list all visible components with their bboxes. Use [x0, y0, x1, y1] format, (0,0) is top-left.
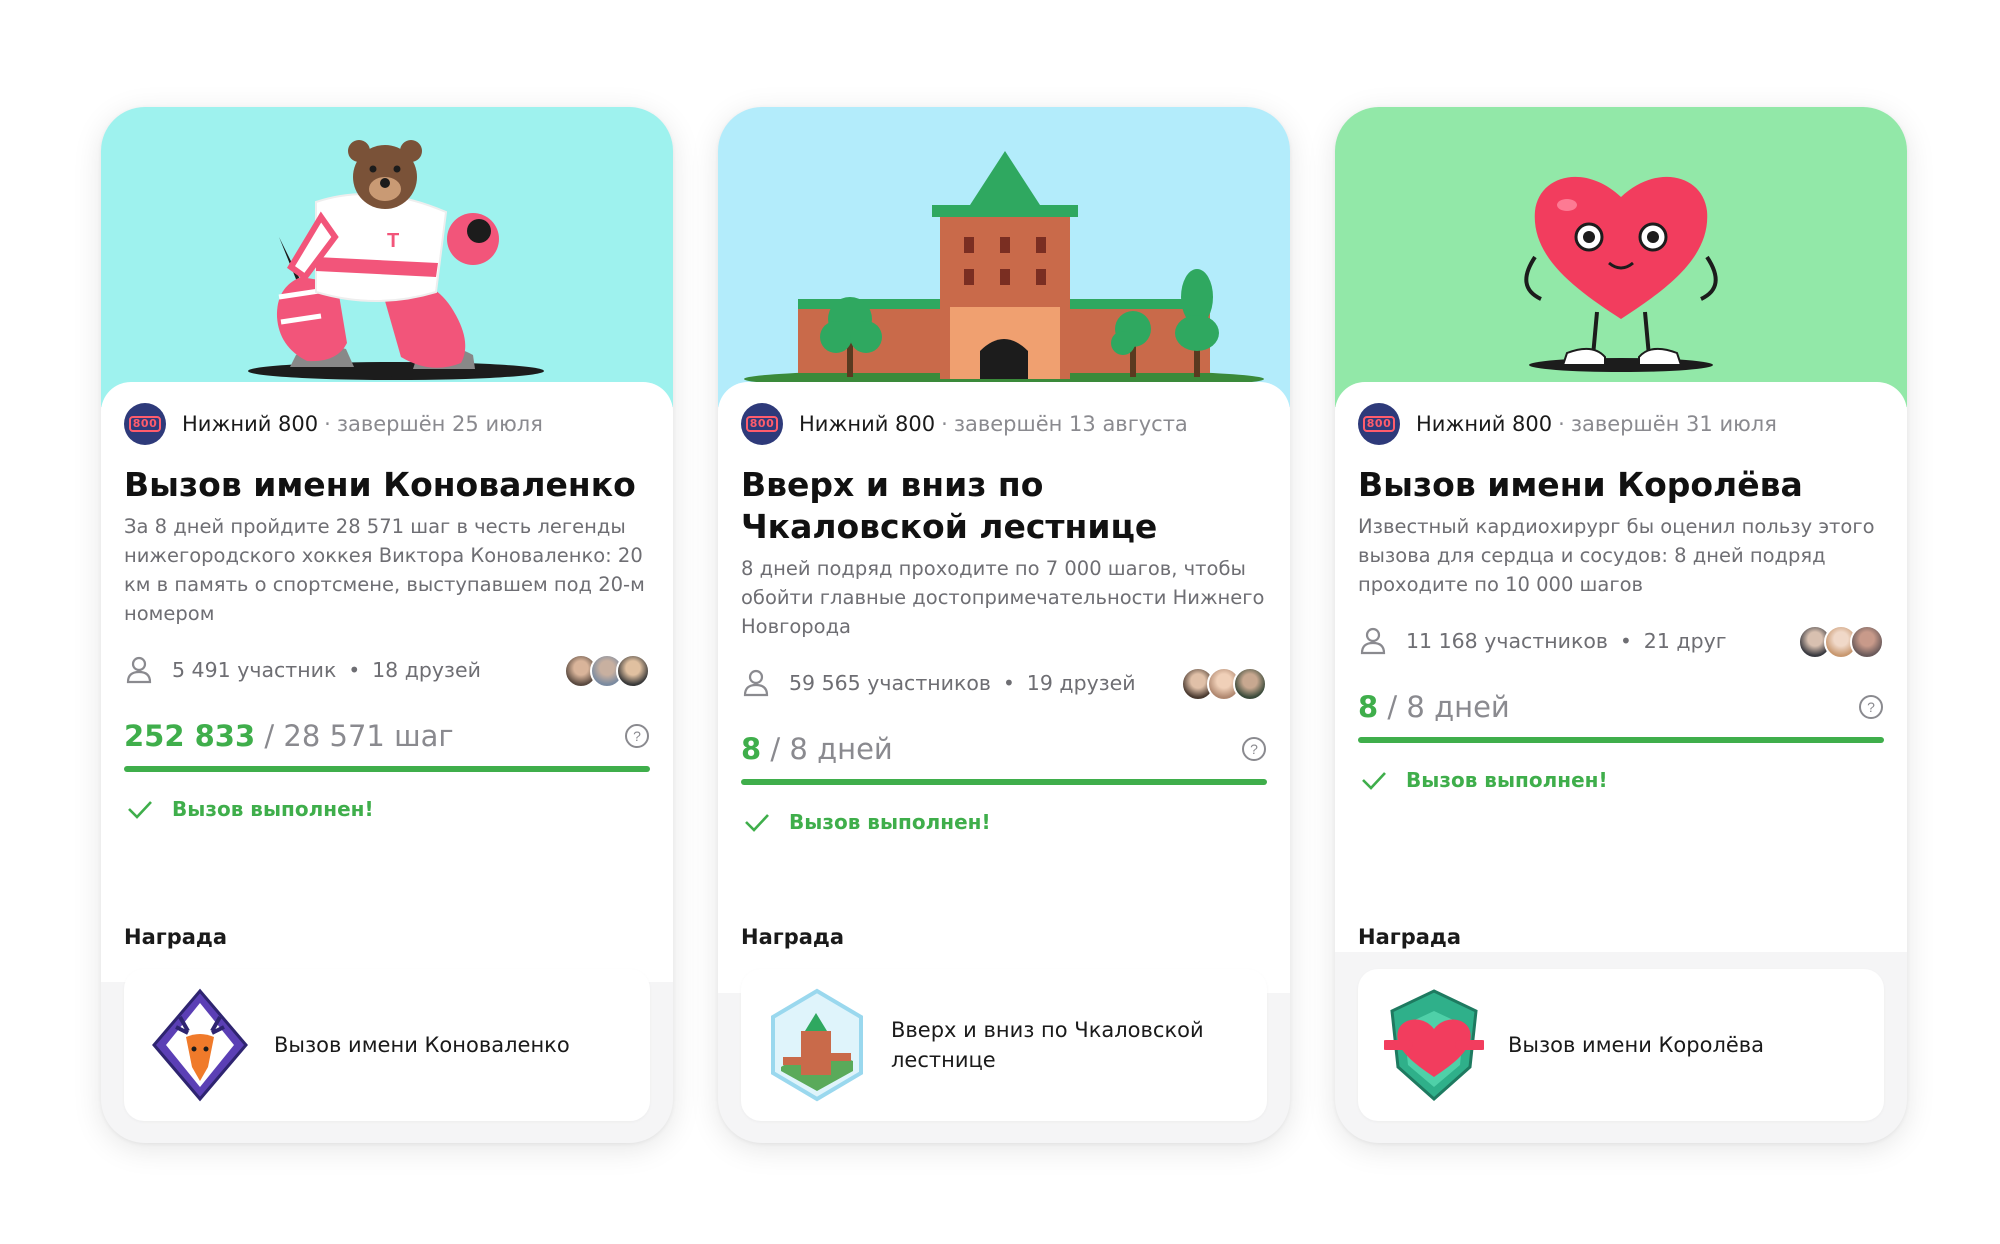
card-content: 800 Нижний 800 · завершён 25 июля Вызов … [101, 382, 673, 982]
progress-bar [1358, 737, 1884, 743]
friends-count: 18 друзей [372, 658, 481, 682]
bullet: • [1003, 671, 1015, 695]
challenge-description: За 8 дней пройдите 28 571 шаг в честь ле… [124, 515, 645, 625]
kremlin-illustration [744, 151, 1264, 389]
reward-item[interactable]: Вверх и вниз по Чкаловской лестнице [741, 969, 1267, 1121]
status-text: Вызов выполнен! [1406, 768, 1608, 792]
help-icon[interactable]: ? [624, 723, 650, 749]
organizer-logo[interactable]: 800 [124, 403, 166, 445]
reward-name: Вызов имени Королёва [1508, 1033, 1765, 1057]
check-icon [745, 814, 769, 832]
reward-label: Награда [1358, 925, 1462, 949]
organizer-logo[interactable]: 800 [741, 403, 783, 445]
svg-text:T: T [387, 230, 399, 252]
status-text: Вызов выполнен! [172, 797, 374, 821]
avatar [1233, 667, 1267, 701]
bullet: • [348, 658, 361, 682]
reward-name: Вызов имени Коноваленко [274, 1033, 570, 1057]
progress-done: 252 833 [124, 719, 256, 753]
organizer-row: 800 Нижний 800 · завершён 25 июля [124, 402, 650, 446]
card-banner: T [101, 107, 673, 407]
challenge-description: 8 дней подряд проходите по 7 000 шагов, … [741, 557, 1265, 638]
person-icon [126, 656, 152, 684]
bullet: • [1620, 629, 1632, 653]
progress-total: / 28 571 шаг [255, 719, 454, 753]
svg-text:?: ? [1867, 699, 1875, 715]
organizer-row: 800 Нижний 800 · завершён 13 августа [741, 402, 1267, 446]
deer-badge-icon [152, 988, 248, 1102]
participants-count: 11 168 участников [1406, 629, 1608, 653]
reward-item[interactable]: Вызов имени Королёва [1358, 969, 1884, 1121]
card-banner [1335, 107, 1907, 407]
progress-bar [741, 779, 1267, 785]
organizer-name[interactable]: Нижний 800 [1416, 412, 1552, 436]
friends-avatars[interactable] [564, 654, 650, 688]
progress-row: 8 / 8 дней ? [741, 729, 1267, 769]
challenge-title: Вызов имени Королёва [1358, 465, 1803, 504]
avatar [1850, 625, 1884, 659]
progress-total: / 8 дней [761, 732, 893, 766]
check-icon [128, 801, 152, 819]
person-icon [1360, 627, 1386, 655]
participants-row[interactable]: 5 491 участник • 18 друзей [124, 648, 650, 692]
progress-row: 8 / 8 дней ? [1358, 687, 1884, 727]
challenge-description: Известный кардиохирург бы оценил пользу … [1358, 515, 1875, 596]
challenge-card[interactable]: 800 Нижний 800 · завершён 13 августа Вве… [718, 107, 1290, 1143]
reward-item[interactable]: Вызов имени Коноваленко [124, 969, 650, 1121]
help-icon[interactable]: ? [1858, 694, 1884, 720]
friends-count: 19 друзей [1026, 671, 1136, 695]
organizer-logo[interactable]: 800 [1358, 403, 1400, 445]
participants-count: 5 491 участник [172, 658, 337, 682]
participants-count: 59 565 участников [789, 671, 991, 695]
progress-bar [124, 766, 650, 772]
challenge-title: Вверх и вниз по Чкаловской лестнице [741, 465, 1158, 546]
kremlin-badge-icon [771, 988, 863, 1102]
check-icon [1362, 772, 1386, 790]
finished-date: завершён 13 августа [953, 412, 1188, 436]
separator-dot: · [941, 412, 948, 436]
separator-dot: · [1558, 412, 1565, 436]
finished-date: завершён 25 июля [336, 412, 543, 436]
hockey-bear-illustration: T [248, 140, 544, 380]
organizer-name[interactable]: Нижний 800 [182, 412, 318, 436]
reward-label: Награда [741, 925, 845, 949]
separator-dot: · [324, 412, 331, 436]
challenge-card[interactable]: 800 Нижний 800 · завершён 31 июля Вызов … [1335, 107, 1907, 1143]
heart-badge-icon [1384, 989, 1484, 1102]
progress-value: 252 833 / 28 571 шаг [124, 719, 454, 753]
svg-text:?: ? [1250, 741, 1258, 757]
person-icon [743, 669, 769, 697]
avatar [616, 654, 650, 688]
reward-name: Вверх и вниз по Чкаловской лестнице [891, 1018, 1204, 1072]
progress-total: / 8 дней [1378, 690, 1510, 724]
success-row: Вызов выполнен! [741, 807, 1267, 837]
walking-heart-illustration [1524, 176, 1718, 372]
svg-text:?: ? [633, 728, 641, 744]
card-content: 800 Нижний 800 · завершён 13 августа Вве… [718, 382, 1290, 993]
reward-label: Награда [124, 925, 228, 949]
participants-row[interactable]: 11 168 участников • 21 друг [1358, 619, 1884, 663]
card-content: 800 Нижний 800 · завершён 31 июля Вызов … [1335, 382, 1907, 952]
finished-date: завершён 31 июля [1570, 412, 1777, 436]
success-row: Вызов выполнен! [124, 794, 650, 824]
progress-row: 252 833 / 28 571 шаг ? [124, 716, 650, 756]
progress-value: 8 / 8 дней [741, 732, 893, 766]
participants-row[interactable]: 59 565 участников • 19 друзей [741, 661, 1267, 705]
help-icon[interactable]: ? [1241, 736, 1267, 762]
card-banner [718, 107, 1290, 407]
challenge-title: Вызов имени Коноваленко [124, 465, 636, 504]
progress-done: 8 [741, 732, 762, 766]
progress-value: 8 / 8 дней [1358, 690, 1510, 724]
success-row: Вызов выполнен! [1358, 765, 1884, 795]
status-text: Вызов выполнен! [789, 810, 991, 834]
organizer-name[interactable]: Нижний 800 [799, 412, 935, 436]
friends-count: 21 друг [1643, 629, 1727, 653]
friends-avatars[interactable] [1798, 625, 1884, 659]
challenge-card[interactable]: T 800 Нижний 800 · завершён 25 июля Вызо… [101, 107, 673, 1143]
organizer-row: 800 Нижний 800 · завершён 31 июля [1358, 402, 1884, 446]
friends-avatars[interactable] [1181, 667, 1267, 701]
progress-done: 8 [1358, 690, 1379, 724]
